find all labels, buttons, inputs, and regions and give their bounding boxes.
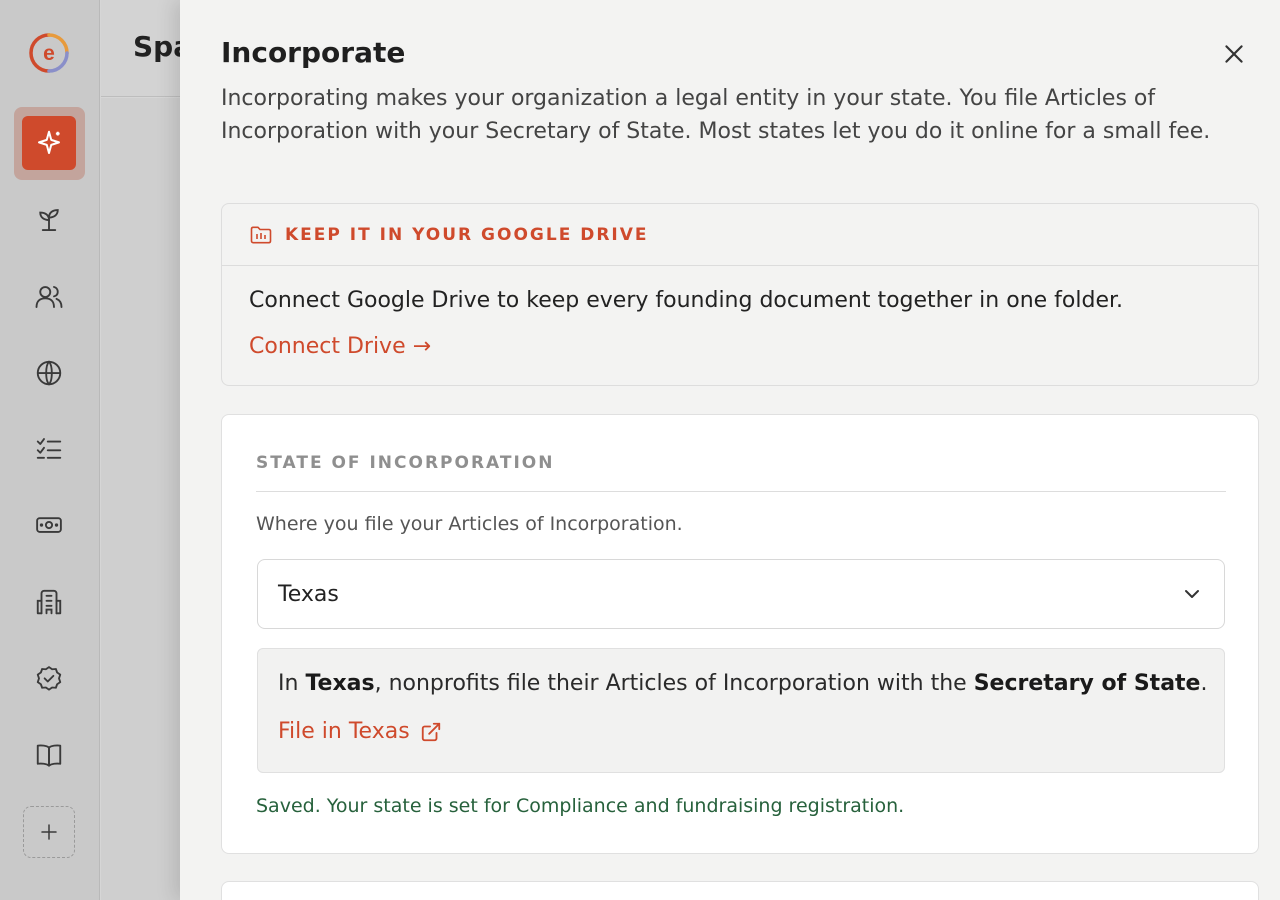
sidebar-item-money[interactable] — [22, 498, 76, 552]
building-icon — [36, 589, 62, 615]
state-help-text: Where you file your Articles of Incorpor… — [256, 513, 683, 535]
sidebar-item-building[interactable] — [22, 575, 76, 629]
sprout-icon — [39, 209, 59, 231]
connect-drive-link[interactable]: Connect Drive → — [249, 334, 431, 359]
sidebar: e — [0, 0, 100, 900]
close-icon — [1225, 45, 1243, 63]
plus-icon — [41, 824, 57, 840]
sidebar-add-button[interactable] — [23, 806, 75, 858]
sparkle-icon — [38, 130, 60, 154]
book-icon — [36, 744, 62, 767]
section-divider — [256, 491, 1226, 492]
sidebar-item-people[interactable] — [22, 270, 76, 324]
state-select-value: Texas — [278, 581, 339, 607]
google-drive-card: KEEP IT IN YOUR GOOGLE DRIVE Connect Goo… — [221, 203, 1259, 386]
drive-card-text: Connect Google Drive to keep every found… — [249, 288, 1123, 313]
file-in-state-link[interactable]: File in Texas — [278, 719, 442, 744]
chevron-down-icon — [1185, 590, 1199, 598]
close-button[interactable] — [1220, 40, 1248, 68]
globe-icon — [36, 360, 62, 386]
sidebar-item-sprout[interactable] — [22, 193, 76, 247]
sidebar-item-checklist[interactable] — [22, 422, 76, 476]
state-select[interactable]: Texas — [257, 559, 1225, 629]
saved-status-message: Saved. Your state is set for Compliance … — [256, 795, 905, 817]
info-state-name: Texas — [305, 671, 375, 696]
file-link-label: File in Texas — [278, 719, 410, 744]
state-section-label: STATE OF INCORPORATION — [256, 453, 555, 473]
state-info-box: In Texas, nonprofits file their Articles… — [257, 648, 1225, 773]
logo-letter: e — [43, 42, 55, 65]
sidebar-item-badge-check[interactable] — [22, 652, 76, 706]
checklist-icon — [36, 438, 62, 459]
people-icon — [35, 286, 63, 308]
drawer-description: Incorporating makes your organization a … — [221, 86, 1211, 144]
next-card — [221, 881, 1259, 900]
sidebar-item-sparkle[interactable] — [22, 116, 76, 170]
info-office-name: Secretary of State — [973, 671, 1201, 696]
logo-icon[interactable]: e — [29, 33, 69, 73]
drive-card-header: KEEP IT IN YOUR GOOGLE DRIVE — [222, 204, 1258, 266]
incorporate-drawer: Incorporate Incorporating makes your org… — [180, 0, 1280, 900]
badge-check-icon — [36, 666, 62, 691]
state-of-incorporation-card: STATE OF INCORPORATION Where you file yo… — [221, 414, 1259, 854]
folder-icon — [250, 226, 272, 243]
drawer-title: Incorporate — [221, 36, 406, 69]
money-icon — [36, 517, 62, 533]
drive-card-heading: KEEP IT IN YOUR GOOGLE DRIVE — [285, 224, 649, 245]
external-link-icon — [421, 722, 440, 741]
state-info-text: In Texas, nonprofits file their Articles… — [278, 671, 1208, 696]
sidebar-item-book[interactable] — [22, 728, 76, 782]
sidebar-item-globe[interactable] — [22, 346, 76, 400]
